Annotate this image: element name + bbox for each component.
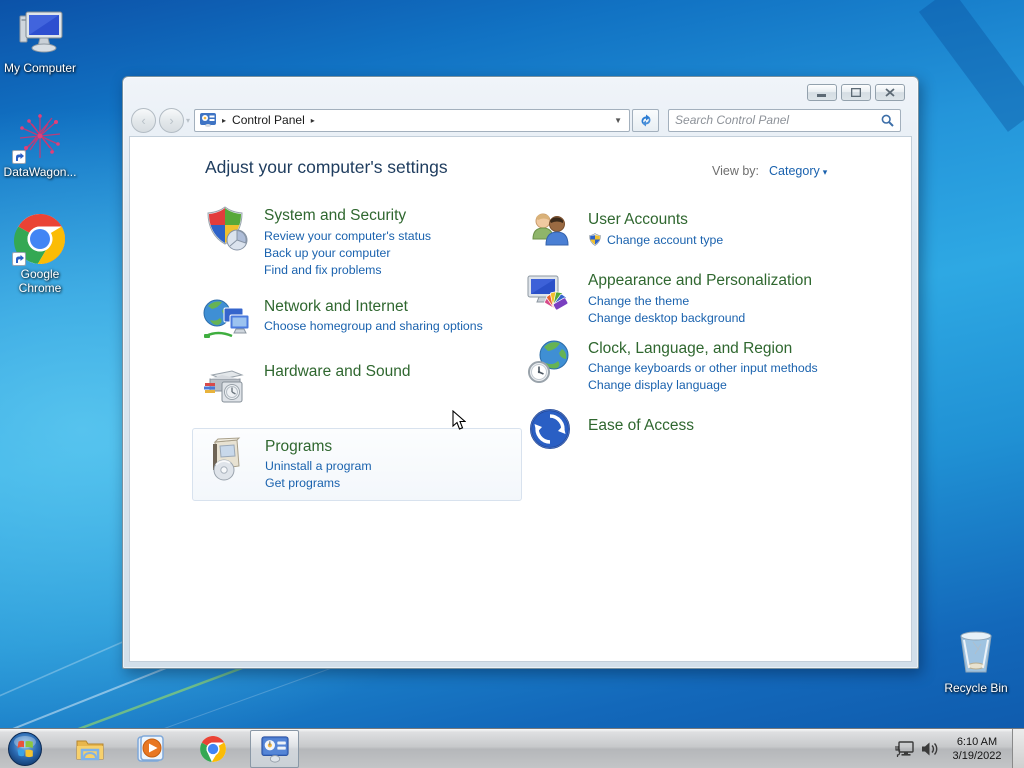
breadcrumb-arrow-icon: ▸ [222,115,227,125]
media-player-icon [137,735,164,762]
network-tray-icon[interactable] [895,740,914,758]
volume-tray-icon[interactable] [921,741,939,757]
desktop-icon-my-computer[interactable]: My Computer [2,8,78,76]
category-link[interactable]: Find and fix problems [264,263,431,277]
desktop: My Computer DataWagon... Google Chrome R… [0,0,1024,768]
shortcut-arrow-icon [12,252,26,266]
category-link-change-account-type[interactable]: Change account type [588,233,723,247]
software-box-icon[interactable] [203,436,251,484]
maximize-button[interactable] [841,84,871,101]
category-user-accounts: User Accounts Change account type [526,209,871,257]
chrome-icon [2,212,78,266]
my-computer-icon [2,8,78,60]
back-icon: ‹ [141,112,146,128]
category-link[interactable]: Change the theme [588,294,812,308]
recycle-bin-icon [938,628,1014,680]
clock-date: 3/19/2022 [952,750,1002,762]
breadcrumb-control-panel[interactable]: Control Panel [232,113,305,127]
category-title[interactable]: Clock, Language, and Region [588,340,818,359]
desktop-icon-google-chrome[interactable]: Google Chrome [2,212,78,296]
ease-of-access-icon[interactable] [526,405,574,453]
category-title[interactable]: System and Security [264,207,431,226]
printer-devices-icon[interactable] [202,361,250,409]
category-link[interactable]: Change keyboards or other input methods [588,361,818,375]
clock-globe-icon[interactable] [526,338,574,386]
categories-right-column: User Accounts Change account type Appear… [526,209,871,453]
taskbar-windows-media-player[interactable] [124,729,176,768]
category-clock-language-region: Clock, Language, and Region Change keybo… [526,338,871,396]
security-shield-icon[interactable] [202,205,250,253]
caption-buttons [807,84,905,101]
personalization-icon[interactable] [526,270,574,318]
category-link[interactable]: Back up your computer [264,246,431,260]
view-by-control: View by: Category ▾ [712,164,827,178]
category-network-and-internet: Network and Internet Choose homegroup an… [202,296,532,344]
uac-shield-icon [589,232,601,246]
category-link[interactable]: Uninstall a program [265,459,372,473]
desktop-icon-recycle-bin[interactable]: Recycle Bin [938,628,1014,696]
address-bar[interactable]: ▸ Control Panel ▸ ▼ [194,108,631,132]
start-button[interactable] [7,731,43,767]
minimize-button[interactable] [807,84,837,101]
desktop-icon-datawagon[interactable]: DataWagon... [2,108,78,180]
control-panel-window: ‹ › ▾ ▸ Control Panel ▸ ▼ Search Control… [122,76,919,669]
taskbar: 6:10 AM 3/19/2022 [0,728,1024,768]
control-panel-small-icon [200,113,217,127]
view-by-dropdown-icon[interactable]: ▾ [823,167,828,177]
category-title[interactable]: Network and Internet [264,298,483,317]
search-icon[interactable] [881,114,894,127]
category-hardware-and-sound: Hardware and Sound [202,361,532,409]
search-box [668,108,902,132]
category-appearance-and-personalization: Appearance and Personalization Change th… [526,270,871,328]
breadcrumb-arrow-icon[interactable]: ▸ [311,116,315,125]
recent-pages-dropdown[interactable]: ▾ [186,116,190,125]
categories-left-column: System and Security Review your computer… [192,205,532,502]
desktop-icon-label: Google Chrome [18,267,62,295]
taskbar-google-chrome[interactable] [187,729,239,768]
windows-start-icon [8,732,42,766]
control-panel-icon [260,736,289,763]
search-input[interactable] [675,113,882,127]
category-link[interactable]: Review your computer's status [264,229,431,243]
category-link[interactable]: Choose homegroup and sharing options [264,319,483,333]
desktop-icon-label: Recycle Bin [944,681,1008,695]
system-tray: 6:10 AM 3/19/2022 [895,729,1008,768]
control-panel-content: Adjust your computer's settings View by:… [129,136,912,662]
category-system-and-security: System and Security Review your computer… [202,205,532,280]
clock-time: 6:10 AM [956,735,998,748]
page-title: Adjust your computer's settings [205,157,448,177]
category-title[interactable]: Appearance and Personalization [588,272,812,291]
category-programs[interactable]: Programs Uninstall a program Get program… [192,427,522,502]
category-title[interactable]: Programs [265,438,372,457]
chrome-icon [200,736,226,762]
back-button[interactable]: ‹ [131,107,156,133]
view-by-label: View by: [712,164,760,178]
shortcut-arrow-icon [12,150,26,164]
taskbar-windows-explorer[interactable] [64,729,116,768]
forward-button[interactable]: › [159,107,184,133]
category-title[interactable]: Ease of Access [588,417,694,436]
forward-icon: › [169,112,174,128]
category-title[interactable]: User Accounts [588,211,723,230]
category-link[interactable]: Change display language [588,378,818,392]
taskbar-clock[interactable]: 6:10 AM 3/19/2022 [946,735,1008,764]
category-link[interactable]: Change desktop background [588,311,812,325]
taskbar-control-panel-active[interactable] [250,730,299,768]
show-desktop-button[interactable] [1012,729,1024,768]
category-link[interactable]: Get programs [265,476,372,490]
desktop-icon-label: DataWagon... [3,165,77,179]
category-ease-of-access: Ease of Access [526,405,871,453]
refresh-icon [641,114,650,126]
close-button[interactable] [875,84,905,101]
refresh-button[interactable] [632,108,660,132]
explorer-folder-icon [76,740,104,761]
view-by-value[interactable]: Category [769,164,820,178]
desktop-icon-label: My Computer [3,61,77,75]
datawagon-icon [2,108,78,164]
user-accounts-icon[interactable] [526,209,574,257]
address-dropdown-icon[interactable]: ▼ [612,116,624,125]
network-globe-icon[interactable] [202,296,250,344]
category-title[interactable]: Hardware and Sound [264,363,411,382]
navigation-bar: ‹ › ▾ ▸ Control Panel ▸ ▼ [131,106,909,134]
